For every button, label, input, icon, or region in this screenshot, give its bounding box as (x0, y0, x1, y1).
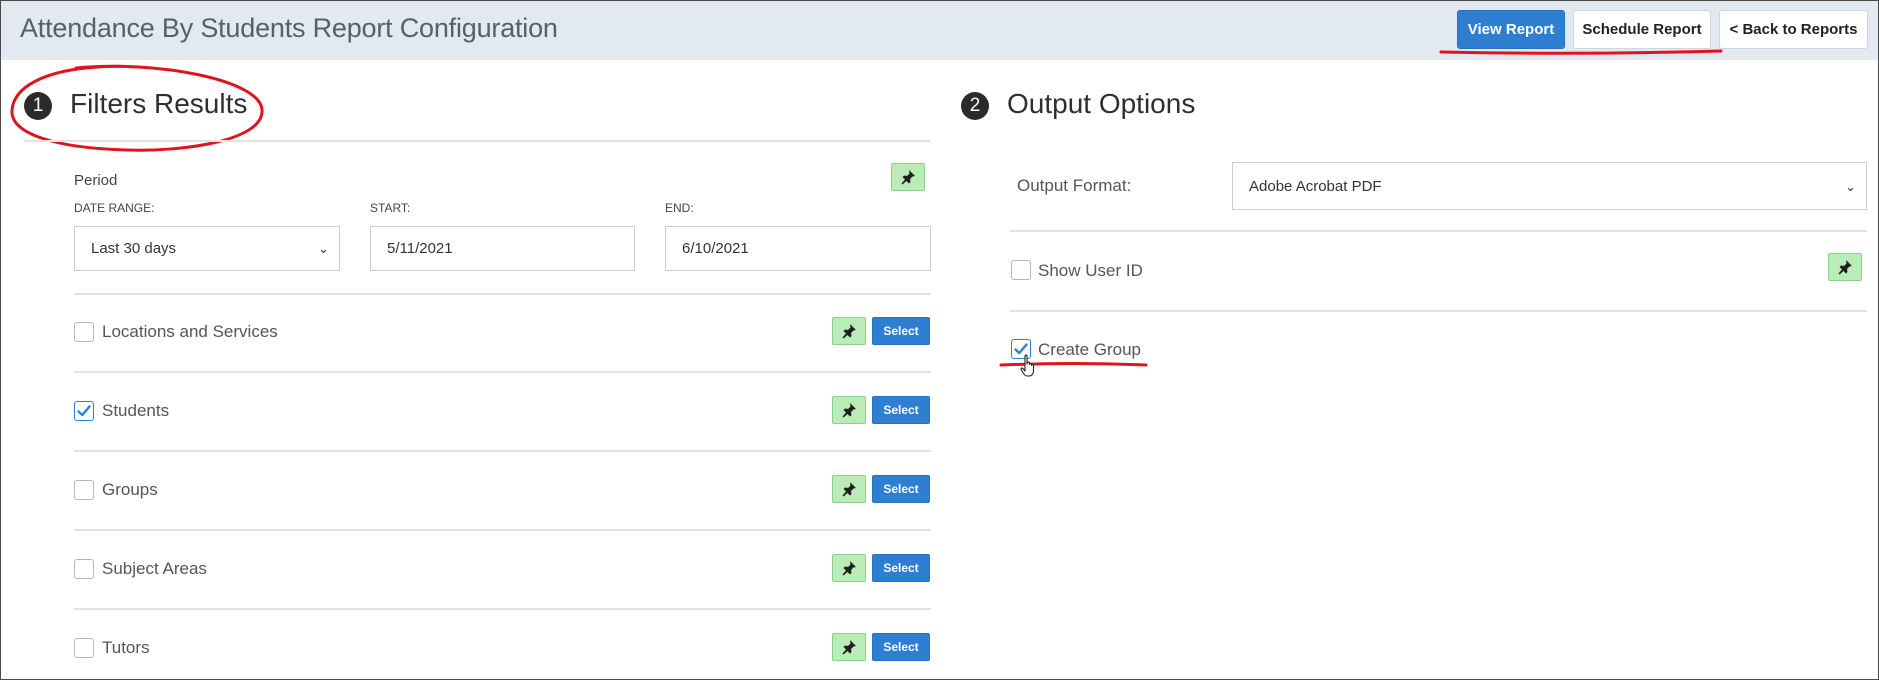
chevron-down-icon: ⌄ (318, 241, 329, 256)
period-divider (74, 293, 931, 295)
groups-checkbox[interactable] (74, 480, 94, 500)
filter-row-divider (74, 608, 931, 610)
date-range-value: Last 30 days (91, 240, 177, 257)
chevron-down-icon: ⌄ (1845, 179, 1856, 194)
locations-and-services-pin-button[interactable] (832, 317, 866, 345)
period-pin-button[interactable] (891, 163, 925, 191)
pin-icon (901, 170, 915, 185)
locations-and-services-label: Locations and Services (102, 322, 278, 341)
students-checkbox[interactable] (74, 401, 94, 421)
annotation-underline-header-buttons (1439, 49, 1723, 55)
locations-and-services-select-button[interactable]: Select (872, 317, 930, 345)
pin-icon (842, 403, 856, 418)
schedule-report-button[interactable]: Schedule Report (1573, 10, 1711, 49)
tutors-pin-button[interactable] (832, 633, 866, 661)
end-date-input[interactable]: 6/10/2021 (665, 226, 931, 271)
filter-row-divider (74, 450, 931, 452)
subject-areas-label: Subject Areas (102, 559, 207, 578)
show-user-id-checkbox[interactable] (1011, 260, 1031, 280)
groups-label: Groups (102, 480, 158, 499)
students-label: Students (102, 401, 170, 420)
page-title: Attendance By Students Report Configurat… (20, 13, 558, 43)
output-section-title: Output Options (1007, 88, 1196, 119)
filter-row-divider (74, 529, 931, 531)
subject-areas-checkbox[interactable] (74, 559, 94, 579)
view-report-button[interactable]: View Report (1457, 10, 1565, 49)
pin-icon (1838, 260, 1852, 275)
date-range-label: DATE RANGE: (74, 201, 155, 215)
start-date-value: 5/11/2021 (387, 240, 453, 257)
checkmark-icon (77, 405, 91, 417)
output-section-number: 2 (961, 92, 989, 120)
filters-section-number: 1 (24, 92, 52, 120)
pin-icon (842, 561, 856, 576)
filters-divider (24, 140, 930, 142)
end-date-value: 6/10/2021 (682, 240, 749, 257)
back-to-reports-button[interactable]: < Back to Reports (1719, 10, 1868, 49)
output-format-label: Output Format: (1017, 176, 1132, 195)
locations-and-services-checkbox[interactable] (74, 322, 94, 342)
output-format-select[interactable]: Adobe Acrobat PDF ⌄ (1232, 162, 1867, 210)
create-group-label: Create Group (1038, 340, 1141, 359)
output-divider-2 (1010, 310, 1867, 312)
hand-cursor-icon (1020, 354, 1035, 377)
filter-row-divider (74, 371, 931, 373)
show-user-id-pin-button[interactable] (1828, 253, 1862, 281)
filters-section-title: Filters Results (70, 88, 248, 119)
groups-select-button[interactable]: Select (872, 475, 930, 503)
date-range-select[interactable]: Last 30 days ⌄ (74, 226, 340, 271)
pin-icon (842, 324, 856, 339)
tutors-select-button[interactable]: Select (872, 633, 930, 661)
tutors-checkbox[interactable] (74, 638, 94, 658)
pin-icon (842, 482, 856, 497)
students-select-button[interactable]: Select (872, 396, 930, 424)
tutors-label: Tutors (102, 638, 150, 657)
end-label: END: (665, 201, 694, 215)
output-format-value: Adobe Acrobat PDF (1249, 177, 1382, 195)
pin-icon (842, 640, 856, 655)
groups-pin-button[interactable] (832, 475, 866, 503)
subject-areas-select-button[interactable]: Select (872, 554, 930, 582)
period-label: Period (74, 172, 118, 189)
window-frame (0, 0, 1879, 680)
start-label: START: (370, 201, 411, 215)
start-date-input[interactable]: 5/11/2021 (370, 226, 635, 271)
output-divider-1 (1010, 230, 1867, 232)
students-pin-button[interactable] (832, 396, 866, 424)
subject-areas-pin-button[interactable] (832, 554, 866, 582)
show-user-id-label: Show User ID (1038, 261, 1143, 280)
